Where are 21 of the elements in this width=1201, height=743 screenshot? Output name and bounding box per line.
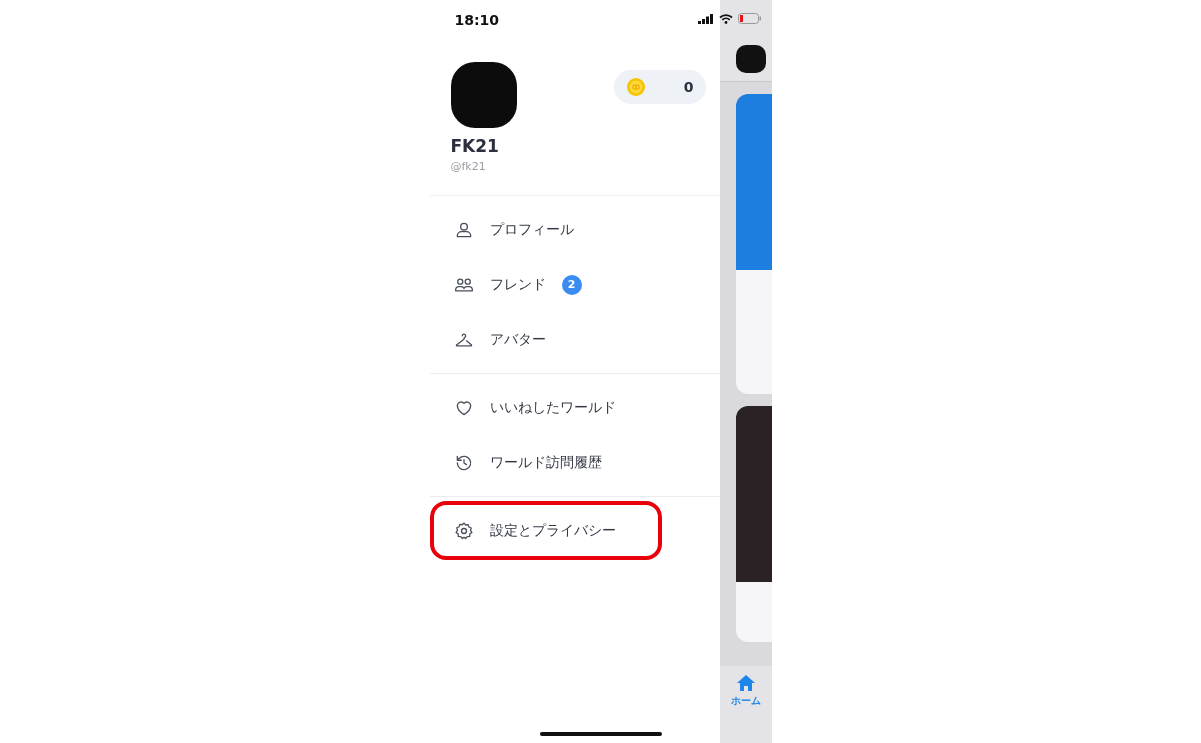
menu-item[interactable]: フレンド 2	[433, 259, 658, 310]
menu-item[interactable]: ワールド訪問履歴	[433, 437, 658, 488]
count-badge: 2	[561, 274, 582, 295]
coin-count: 0	[683, 79, 694, 95]
signal-icon	[697, 13, 714, 24]
menu-item[interactable]: 設定とプライバシー	[433, 505, 658, 556]
settings-icon	[453, 520, 474, 541]
user-handle: @fk21	[450, 160, 487, 173]
menu-item[interactable]: プロフィール	[433, 204, 658, 255]
menu-item[interactable]: アバター	[433, 314, 658, 365]
wifi-icon	[718, 13, 733, 24]
coin-icon	[625, 77, 646, 97]
user-name: FK21	[450, 136, 500, 156]
avatar-image[interactable]	[735, 45, 766, 73]
battery-icon	[737, 13, 762, 24]
world-card[interactable]	[735, 406, 772, 642]
status-time: 18:10	[454, 12, 500, 28]
home-icon	[735, 674, 756, 692]
coin-balance[interactable]: 0	[613, 70, 706, 104]
avatar-image[interactable]	[450, 62, 517, 128]
menu-item[interactable]: いいねしたワールド	[433, 382, 658, 433]
